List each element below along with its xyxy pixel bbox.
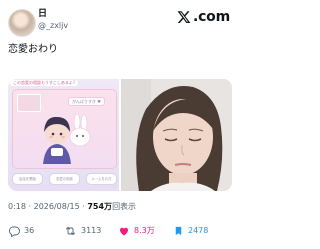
x-logo: .com: [177, 9, 230, 25]
author-handle[interactable]: @_zxljv: [38, 21, 68, 31]
bookmark-icon: [175, 226, 182, 235]
retweet-icon: [66, 226, 75, 235]
views-count: 754万: [87, 202, 113, 211]
tweet-text: 恋愛おわり: [8, 44, 58, 55]
game-speech-bubble: がんばりすぎ ♥: [68, 97, 105, 106]
media-image-photo[interactable]: [121, 79, 232, 191]
logo-text: .com: [192, 9, 230, 25]
tweet-date: 2026/08/15: [33, 202, 80, 211]
like-button[interactable]: 8.3万: [118, 224, 155, 237]
avatar[interactable]: [8, 9, 36, 37]
tweet-meta: 0:18 · 2026/08/15 · 754万回表示: [8, 202, 136, 212]
media-image-game[interactable]: この恋愛の相談もうすこしあるよ? がんばりすぎ ♥ 会話を開始 恋愛の相談 ルー…: [8, 79, 119, 191]
game-screen: がんばりすぎ ♥: [12, 89, 117, 169]
tweet-time: 0:18: [8, 202, 26, 211]
reply-count: 36: [24, 226, 35, 235]
meta-separator: ·: [28, 202, 32, 211]
retweet-button[interactable]: 3113: [64, 224, 101, 237]
media-grid[interactable]: この恋愛の相談もうすこしあるよ? がんばりすぎ ♥ 会話を開始 恋愛の相談 ルー…: [8, 79, 232, 191]
game-top-text: この恋愛の相談もうすこしあるよ?: [10, 80, 79, 86]
views-label: 回表示: [112, 202, 137, 211]
game-button-1: 会話を開始: [12, 173, 43, 185]
meta-separator-2: ·: [82, 202, 85, 211]
heart-icon: [120, 227, 128, 235]
reply-button[interactable]: 36: [8, 224, 34, 237]
bookmark-button[interactable]: 2478: [173, 224, 208, 237]
game-character-illustration: [43, 113, 91, 164]
reply-icon: [9, 226, 20, 237]
game-button-2: 恋愛の相談: [49, 173, 80, 185]
x-logo-icon: [177, 11, 191, 23]
retweet-count: 3113: [81, 226, 102, 235]
bookmark-count: 2478: [188, 226, 209, 235]
author-name[interactable]: 日: [38, 9, 47, 20]
game-button-3: ルームを片付: [86, 173, 117, 185]
like-count: 8.3万: [134, 226, 155, 235]
person-photo: [121, 79, 232, 191]
